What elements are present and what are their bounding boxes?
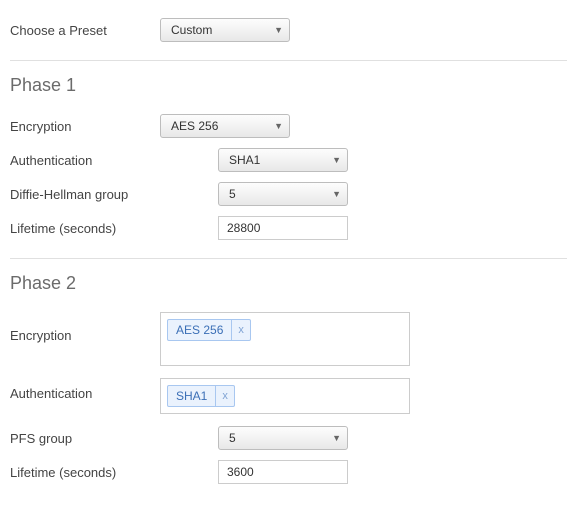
phase1-auth-select[interactable]: SHA1 ▼ (218, 148, 348, 172)
phase2-encryption-tagbox[interactable]: AES 256 x (160, 312, 410, 366)
phase1-dh-label: Diffie-Hellman group (10, 187, 160, 202)
chevron-down-icon: ▼ (332, 189, 341, 199)
phase2-pfs-select[interactable]: 5 ▼ (218, 426, 348, 450)
remove-tag-icon[interactable]: x (215, 386, 234, 406)
phase1-lifetime-label: Lifetime (seconds) (10, 221, 160, 236)
chevron-down-icon: ▼ (274, 121, 283, 131)
phase2-encryption-label: Encryption (10, 312, 160, 343)
phase2-auth-label: Authentication (10, 378, 160, 401)
phase2-lifetime-label: Lifetime (seconds) (10, 465, 160, 480)
phase1-dh-value: 5 (229, 187, 236, 201)
preset-row: Choose a Preset Custom ▼ (10, 18, 567, 42)
phase1-auth-label: Authentication (10, 153, 160, 168)
phase2-encryption-row: Encryption AES 256 x (10, 312, 567, 366)
phase2-lifetime-input[interactable] (218, 460, 348, 484)
phase2-auth-tag: SHA1 x (167, 385, 235, 407)
chevron-down-icon: ▼ (274, 25, 283, 35)
phase2-auth-tagbox[interactable]: SHA1 x (160, 378, 410, 414)
phase1-auth-value: SHA1 (229, 153, 260, 167)
phase2-pfs-value: 5 (229, 431, 236, 445)
preset-label: Choose a Preset (10, 23, 160, 38)
phase1-auth-row: Authentication SHA1 ▼ (10, 148, 567, 172)
phase1-lifetime-row: Lifetime (seconds) (10, 216, 567, 240)
phase1-title: Phase 1 (10, 75, 567, 96)
phase2-pfs-label: PFS group (10, 431, 160, 446)
divider (10, 258, 567, 259)
tag-label: SHA1 (168, 386, 215, 406)
phase1-dh-select[interactable]: 5 ▼ (218, 182, 348, 206)
preset-value: Custom (171, 23, 212, 37)
preset-select[interactable]: Custom ▼ (160, 18, 290, 42)
phase2-lifetime-row: Lifetime (seconds) (10, 460, 567, 484)
chevron-down-icon: ▼ (332, 155, 341, 165)
phase1-encryption-row: Encryption AES 256 ▼ (10, 114, 567, 138)
phase1-encryption-value: AES 256 (171, 119, 218, 133)
phase1-encryption-label: Encryption (10, 119, 160, 134)
phase2-auth-row: Authentication SHA1 x (10, 378, 567, 414)
divider (10, 60, 567, 61)
phase2-title: Phase 2 (10, 273, 567, 294)
tag-label: AES 256 (168, 320, 231, 340)
phase1-encryption-select[interactable]: AES 256 ▼ (160, 114, 290, 138)
phase1-lifetime-input[interactable] (218, 216, 348, 240)
phase2-encryption-tag: AES 256 x (167, 319, 251, 341)
chevron-down-icon: ▼ (332, 433, 341, 443)
remove-tag-icon[interactable]: x (231, 320, 250, 340)
phase2-pfs-row: PFS group 5 ▼ (10, 426, 567, 450)
phase1-dh-row: Diffie-Hellman group 5 ▼ (10, 182, 567, 206)
